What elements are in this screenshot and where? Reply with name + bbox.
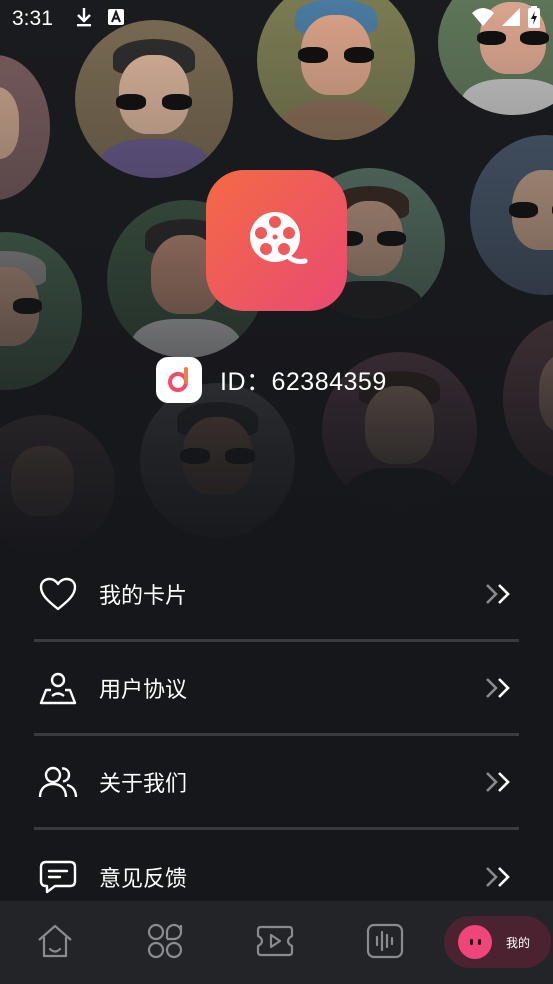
tab-audio[interactable] (330, 901, 440, 984)
double-chevron-right-icon (483, 768, 515, 796)
heart-icon (36, 572, 80, 616)
users-icon (36, 760, 80, 804)
user-id-row: ID：62384359 (156, 357, 387, 403)
audio-wave-icon (366, 923, 404, 963)
tab-mine-label: 我的 (506, 935, 531, 950)
tab-discover[interactable] (110, 901, 220, 984)
menu-item-my-cards[interactable]: 我的卡片 (34, 548, 519, 642)
app-badge-icon (156, 357, 202, 403)
double-chevron-right-icon (483, 863, 515, 891)
status-bar: 3:31 (0, 0, 553, 38)
status-icons-right (471, 6, 541, 32)
menu-item-label: 关于我们 (99, 771, 188, 797)
double-chevron-right-icon (483, 674, 515, 702)
wifi-icon (471, 7, 495, 31)
text-a-icon (107, 8, 125, 30)
menu-item-label: 意见反馈 (99, 867, 188, 892)
double-chevron-right-icon (483, 580, 515, 608)
menu-item-label: 用户协议 (99, 677, 188, 703)
settings-menu: 我的卡片 用户协议 关于我们 意见反馈 (34, 548, 519, 924)
tab-videos[interactable] (220, 901, 330, 984)
status-time: 3:31 (12, 7, 53, 30)
home-icon (35, 923, 75, 963)
download-icon (75, 7, 93, 31)
grid-clover-icon (146, 922, 184, 964)
tab-home[interactable] (0, 901, 110, 984)
user-id-text: ID：62384359 (220, 368, 387, 396)
cell-signal-icon (501, 7, 521, 31)
face-icon (458, 925, 492, 959)
app-logo (206, 170, 347, 311)
menu-item-about-us[interactable]: 关于我们 (34, 736, 519, 830)
video-play-icon (255, 923, 295, 963)
user-location-icon (36, 666, 80, 710)
menu-item-label: 我的卡片 (99, 583, 188, 609)
film-reel-icon (245, 207, 309, 275)
battery-charging-icon (527, 6, 541, 32)
status-icons-left (75, 7, 125, 31)
tab-mine[interactable]: 我的 (444, 916, 551, 968)
menu-item-user-agreement[interactable]: 用户协议 (34, 642, 519, 736)
message-icon (36, 855, 80, 899)
